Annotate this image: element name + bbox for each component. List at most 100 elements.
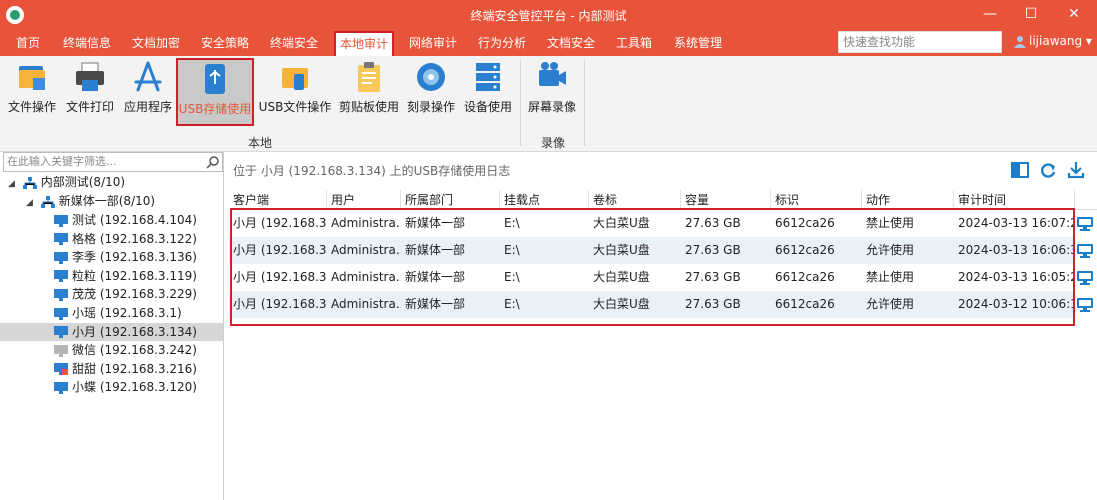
monitor-icon[interactable] [1077,298,1093,312]
ribbon-label: 应用程序 [123,100,172,114]
tree-node[interactable]: 格格 (192.168.3.122) [54,230,197,248]
ribbon-usb-storage[interactable]: USB存储使用 [176,58,254,126]
org-icon [40,195,55,208]
tree-node-label: 格格 (192.168.3.122) [72,231,197,246]
tree-node[interactable]: 粒粒 (192.168.3.119) [54,267,197,285]
columns-icon[interactable] [1011,161,1029,179]
ribbon-label: 剪贴板使用 [338,100,399,114]
tree-root[interactable]: ◢ 内部测试(8/10) [8,173,125,191]
title-bar: 终端安全管控平台 - 内部测试 — ☐ ✕ [0,0,1097,30]
app-store-icon [134,61,162,92]
column-header[interactable]: 客户端 [229,190,327,210]
highlight-box [230,208,1075,326]
ribbon-screen-record[interactable]: 屏幕录像 [526,58,578,126]
user-menu[interactable]: lijiawang ▾ [1014,34,1092,48]
log-panel: 位于 小月 (192.168.3.134) 上的USB存储使用日志 客户端 用户… [229,152,1097,500]
maximize-button[interactable]: ☐ [1020,4,1042,24]
computer-icon [54,214,68,227]
tree-node-label: 李季 (192.168.3.136) [72,250,197,265]
usb-folder-icon [282,68,308,90]
table-header: 客户端 用户 所属部门 挂载点 卷标 容量 标识 动作 审计时间 [229,190,1097,210]
ribbon-group-record: 录像 [541,136,566,150]
folder-icon [19,66,45,90]
tree-node[interactable]: 小瑶 (192.168.3.1) [54,304,182,322]
menu-system-admin[interactable]: 系统管理 [670,33,726,54]
computer-icon [54,326,68,339]
ribbon-file-operation[interactable]: 文件操作 [6,58,58,126]
menu-doc-encrypt[interactable]: 文档加密 [128,33,184,54]
usb-icon [205,64,225,94]
tree-node[interactable]: 茂茂 (192.168.3.229) [54,285,197,303]
computer-icon [54,288,68,301]
quick-search-input[interactable]: 快速查找功能 [838,31,1002,53]
terminal-tree-panel: 在此输入关键字筛选... ◢ 内部测试(8/10) ◢ 新媒体一部(8/10) … [0,152,224,500]
menu-behavior-analysis[interactable]: 行为分析 [474,33,530,54]
column-header[interactable]: 动作 [862,190,954,210]
column-header[interactable]: 所属部门 [401,190,500,210]
monitor-icon[interactable] [1077,244,1093,258]
column-header[interactable]: 标识 [771,190,862,210]
tree-filter-input[interactable]: 在此输入关键字筛选... [3,152,223,172]
tree-node-label: 微信 (192.168.3.242) [72,343,197,358]
menu-terminal-info[interactable]: 终端信息 [59,33,115,54]
ribbon-separator [520,60,521,146]
expand-arrow-icon: ◢ [26,198,33,208]
computer-icon [54,270,68,283]
ribbon-label: USB存储使用 [178,102,252,116]
column-header[interactable]: 审计时间 [954,190,1075,210]
column-header[interactable]: 容量 [681,190,771,210]
column-header[interactable]: 卷标 [589,190,681,210]
tree-group[interactable]: ◢ 新媒体一部(8/10) [26,192,155,210]
breadcrumb: 位于 小月 (192.168.3.134) 上的USB存储使用日志 [233,164,511,178]
ribbon-clipboard[interactable]: 剪贴板使用 [338,58,400,126]
ribbon-label: USB文件操作 [258,100,332,114]
download-icon[interactable] [1067,161,1085,179]
tree-node[interactable]: 小蝶 (192.168.3.120) [54,378,197,396]
ribbon-label: 设备使用 [463,100,512,114]
monitor-icon[interactable] [1077,271,1093,285]
server-icon [476,63,500,91]
column-header[interactable]: 用户 [327,190,401,210]
menu-home[interactable]: 首页 [12,33,44,54]
ribbon-label: 刻录操作 [406,100,455,114]
org-icon [22,176,37,189]
menu-toolbox[interactable]: 工具箱 [612,33,656,54]
ribbon-separator [584,60,585,146]
close-button[interactable]: ✕ [1063,4,1085,24]
ribbon-label: 文件打印 [65,100,114,114]
ribbon-device-usage[interactable]: 设备使用 [462,58,514,126]
menu-security-policy[interactable]: 安全策略 [197,33,253,54]
computer-icon [54,307,68,320]
ribbon-label: 屏幕录像 [527,100,576,114]
menu-local-audit[interactable]: 本地审计 [334,31,395,58]
window-title: 终端安全管控平台 - 内部测试 [470,9,627,23]
tree-filter-placeholder: 在此输入关键字筛选... [7,155,117,168]
tree-node[interactable]: 甜甜 (192.168.3.216) [54,360,197,378]
expand-arrow-icon: ◢ [8,179,15,189]
search-icon[interactable] [206,155,220,169]
tree-node-label: 小月 (192.168.3.134) [72,324,197,339]
ribbon-label: 文件操作 [7,100,56,114]
computer-icon [54,233,68,246]
menu-doc-security[interactable]: 文档安全 [543,33,599,54]
ribbon-group-local: 本地 [248,136,273,150]
tree-node[interactable]: 微信 (192.168.3.242) [54,341,197,359]
tree-node[interactable]: 测试 (192.168.4.104) [54,211,197,229]
ribbon-application[interactable]: 应用程序 [122,58,174,126]
monitor-icon[interactable] [1077,217,1093,231]
ribbon-file-print[interactable]: 文件打印 [64,58,116,126]
video-camera-icon [539,62,566,86]
refresh-icon[interactable] [1039,161,1057,179]
tree-root-label: 内部测试(8/10) [40,175,126,189]
minimize-button[interactable]: — [979,4,1001,24]
tree-node[interactable]: 李季 (192.168.3.136) [54,248,197,266]
column-header[interactable]: 挂载点 [500,190,589,210]
tree-group-label: 新媒体一部(8/10) [58,194,156,208]
menu-network-audit[interactable]: 网络审计 [405,33,461,54]
menu-terminal-security[interactable]: 终端安全 [266,33,322,54]
ribbon-burn[interactable]: 刻录操作 [404,58,458,126]
tree-node-label: 小蝶 (192.168.3.120) [72,380,197,395]
tree-node[interactable]: 小月 (192.168.3.134) [0,322,223,341]
ribbon-usb-file-operation[interactable]: USB文件操作 [258,58,332,126]
disc-icon [417,63,445,91]
